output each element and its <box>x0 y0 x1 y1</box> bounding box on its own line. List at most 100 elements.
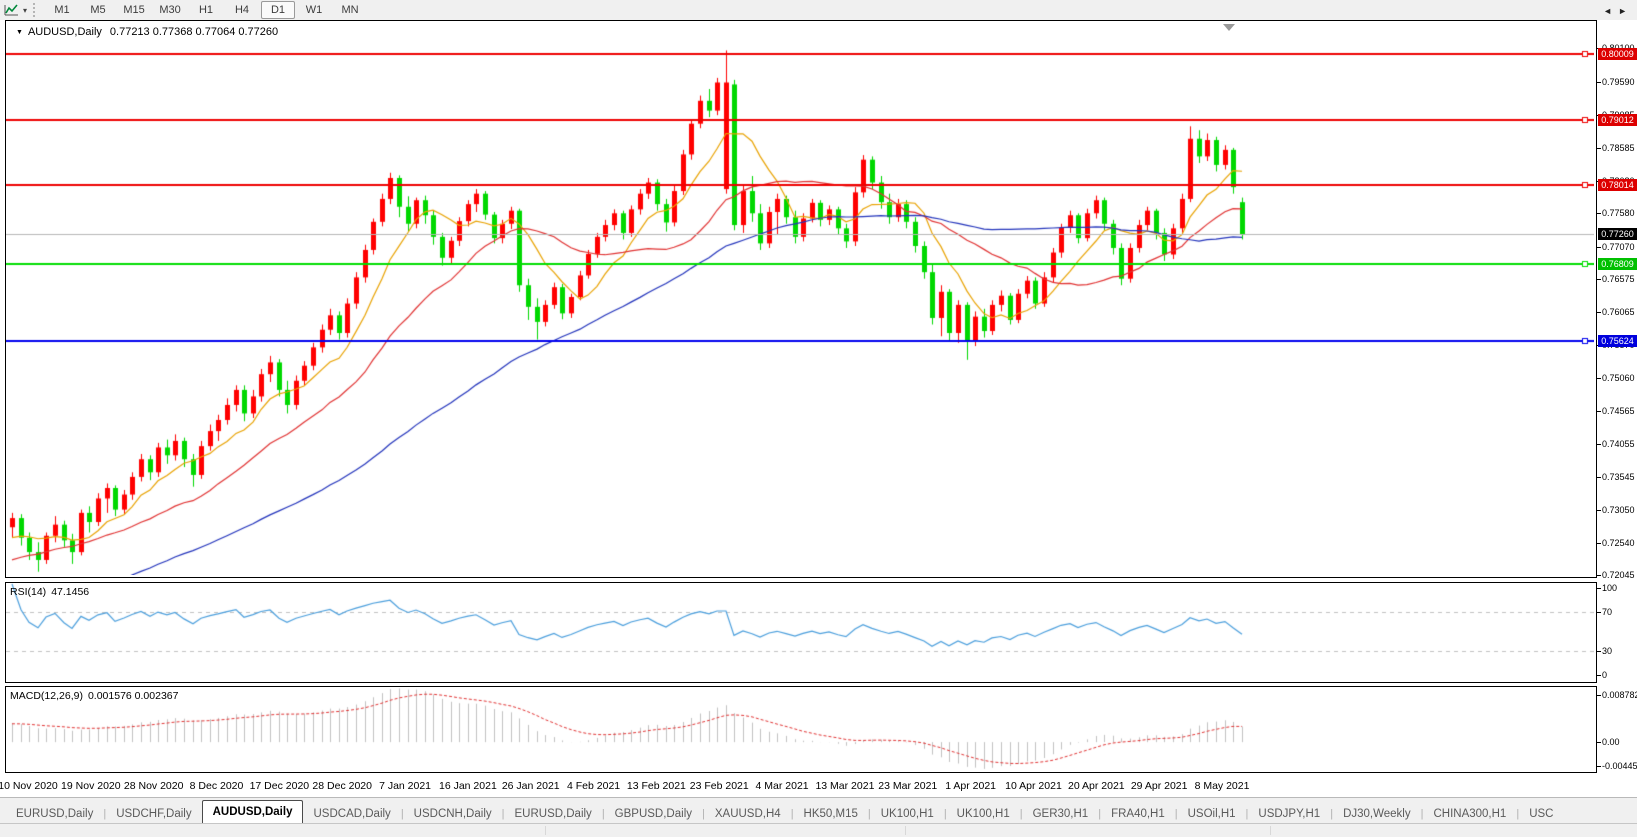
macd-label: MACD(12,26,9) 0.001576 0.002367 <box>10 690 179 702</box>
date-tick-label: 20 Apr 2021 <box>1067 780 1125 792</box>
rsi-label: RSI(14) 47.1456 <box>10 586 90 598</box>
chevron-down-icon[interactable]: ▾ <box>23 6 27 15</box>
chart-tab-gbpusd-daily[interactable]: GBPUSD,Daily <box>605 804 702 824</box>
chart-title-marker-icon[interactable]: ▼ <box>16 29 23 36</box>
date-tick-label: 23 Feb 2021 <box>689 780 749 792</box>
chart-title: ▼ AUDUSD,Daily 0.77213 0.77368 0.77064 0.7… <box>16 26 278 38</box>
price-level-badge: 0.78014 <box>1598 178 1637 191</box>
chart-tab-usdjpy-h1[interactable]: USDJPY,H1 <box>1248 804 1330 824</box>
price-chart-panel: ▼ AUDUSD,Daily 0.77213 0.77368 0.77064 0.7… <box>5 20 1597 578</box>
macd-tick-mark <box>1597 742 1601 743</box>
ohlc-values: 0.77213 0.77368 0.77064 0.77260 <box>109 26 279 38</box>
rsi-tick-mark <box>1597 675 1601 676</box>
timeframe-button-d1[interactable]: D1 <box>261 1 296 19</box>
date-tick-label: 26 Jan 2021 <box>501 780 560 792</box>
price-tick-mark <box>1597 411 1601 412</box>
status-bar <box>0 823 1637 837</box>
macd-tick-mark <box>1597 695 1601 696</box>
chart-tab-uk100-h1[interactable]: UK100,H1 <box>947 804 1020 824</box>
price-level-badge: 0.79012 <box>1598 113 1637 126</box>
tab-scroll-arrows: ◄► <box>1603 6 1633 16</box>
rsi-tick-mark <box>1597 612 1601 613</box>
date-tick-label: 16 Jan 2021 <box>438 780 497 792</box>
price-axis[interactable]: 0.801000.795900.790850.785850.780800.775… <box>1597 20 1637 797</box>
date-tick-label: 7 Jan 2021 <box>379 780 432 792</box>
chart-tab-xauusd-h4[interactable]: XAUUSD,H4 <box>705 804 791 824</box>
date-tick-label: 4 Mar 2021 <box>755 780 809 792</box>
timeframe-button-m1[interactable]: M1 <box>45 1 79 19</box>
chart-tab-usdcnh-daily[interactable]: USDCNH,Daily <box>404 804 502 824</box>
chart-tab-hk50-m15[interactable]: HK50,M15 <box>794 804 868 824</box>
chart-tab-usdchf-daily[interactable]: USDCHF,Daily <box>106 804 201 824</box>
date-tick-label: 19 Nov 2020 <box>61 780 121 792</box>
rsi-value: 47.1456 <box>51 586 90 598</box>
price-tick-label: 0.75060 <box>1602 373 1635 384</box>
chart-tab-usoil-h1[interactable]: USOil,H1 <box>1178 804 1246 824</box>
date-tick-label: 8 Dec 2020 <box>189 780 244 792</box>
date-tick-label: 23 Mar 2021 <box>878 780 938 792</box>
macd-tick-label: 0.00 <box>1602 737 1620 748</box>
time-axis[interactable]: 10 Nov 2020 19 Nov 2020 28 Nov 2020 8 Dec 2… <box>0 773 1597 797</box>
chart-tab-dj30-weekly[interactable]: DJ30,Weekly <box>1333 804 1421 824</box>
timeframe-button-m30[interactable]: M30 <box>153 1 187 19</box>
rsi-tick-label: 30 <box>1602 645 1613 656</box>
timeframe-button-h1[interactable]: H1 <box>189 1 223 19</box>
macd-tick-label: 0.008782 <box>1602 690 1637 701</box>
chart-tab-audusd-daily[interactable]: AUDUSD,Daily <box>201 800 304 824</box>
price-tick-mark <box>1597 312 1601 313</box>
timeframe-button-m5[interactable]: M5 <box>81 1 115 19</box>
price-tick-mark <box>1597 444 1601 445</box>
toolbar-grip[interactable] <box>33 3 38 17</box>
macd-canvas[interactable] <box>6 687 1594 770</box>
price-tick-mark <box>1597 378 1601 379</box>
date-tick-label: 29 Apr 2021 <box>1130 780 1188 792</box>
rsi-panel: RSI(14) 47.1456 <box>5 582 1597 683</box>
timeframe-button-m15[interactable]: M15 <box>117 1 151 19</box>
tab-scroll-left-icon[interactable]: ◄ <box>1603 6 1618 16</box>
price-tick-label: 0.74565 <box>1602 405 1635 416</box>
date-tick-label: 13 Feb 2021 <box>626 780 686 792</box>
price-tick-mark <box>1597 477 1601 478</box>
price-tick-label: 0.76065 <box>1602 307 1635 318</box>
price-tick-mark <box>1597 213 1601 214</box>
price-tick-mark <box>1597 575 1601 576</box>
date-tick-label: 10 Apr 2021 <box>1005 780 1062 792</box>
timeframe-button-w1[interactable]: W1 <box>297 1 331 19</box>
chart-tab-uk100-h1[interactable]: UK100,H1 <box>871 804 944 824</box>
status-separator <box>1270 826 1271 835</box>
price-tick-label: 0.72540 <box>1602 537 1635 548</box>
chart-tab-fra40-h1[interactable]: FRA40,H1 <box>1101 804 1175 824</box>
chart-line-icon[interactable] <box>4 2 22 18</box>
status-separator <box>905 826 906 835</box>
chart-tab-china300-h1[interactable]: CHINA300,H1 <box>1423 804 1516 824</box>
price-level-badge: 0.80009 <box>1598 48 1637 61</box>
price-level-badge: 0.76809 <box>1598 257 1637 270</box>
timeframe-button-mn[interactable]: MN <box>333 1 367 19</box>
rsi-tick-label: 70 <box>1602 607 1613 618</box>
macd-panel: MACD(12,26,9) 0.001576 0.002367 <box>5 686 1597 773</box>
chart-window: ▼ AUDUSD,Daily 0.77213 0.77368 0.77064 0.7… <box>0 20 1637 797</box>
chart-scroll-position-icon[interactable] <box>1223 24 1235 31</box>
chart-tab-eurusd-daily[interactable]: EURUSD,Daily <box>504 804 601 824</box>
rsi-tick-mark <box>1597 651 1601 652</box>
date-tick-label: 13 Mar 2021 <box>815 780 875 792</box>
price-tick-mark <box>1597 247 1601 248</box>
chart-tab-ger30-h1[interactable]: GER30,H1 <box>1023 804 1099 824</box>
price-level-badge: 0.75624 <box>1598 335 1637 348</box>
rsi-canvas[interactable] <box>6 583 1594 680</box>
date-tick-label: 28 Nov 2020 <box>123 780 184 792</box>
rsi-tick-mark <box>1597 588 1601 589</box>
chart-tab-usc[interactable]: USC <box>1519 804 1563 824</box>
status-separator <box>545 826 546 835</box>
price-chart-canvas[interactable] <box>6 21 1594 575</box>
price-tick-mark <box>1597 148 1601 149</box>
price-level-badge: 0.77260 <box>1598 228 1637 241</box>
chart-tab-usdcad-daily[interactable]: USDCAD,Daily <box>303 804 400 824</box>
top-toolbar: ▾ M1 M5 M15 M30 H1 H4 D1 W1 MN <box>0 0 1637 21</box>
price-tick-mark <box>1597 279 1601 280</box>
rsi-tick-label: 100 <box>1602 583 1618 593</box>
chart-tab-eurusd-daily[interactable]: EURUSD,Daily <box>6 804 103 824</box>
tab-scroll-right-icon[interactable]: ► <box>1618 6 1633 16</box>
price-tick-label: 0.77580 <box>1602 208 1635 219</box>
timeframe-button-h4[interactable]: H4 <box>225 1 259 19</box>
